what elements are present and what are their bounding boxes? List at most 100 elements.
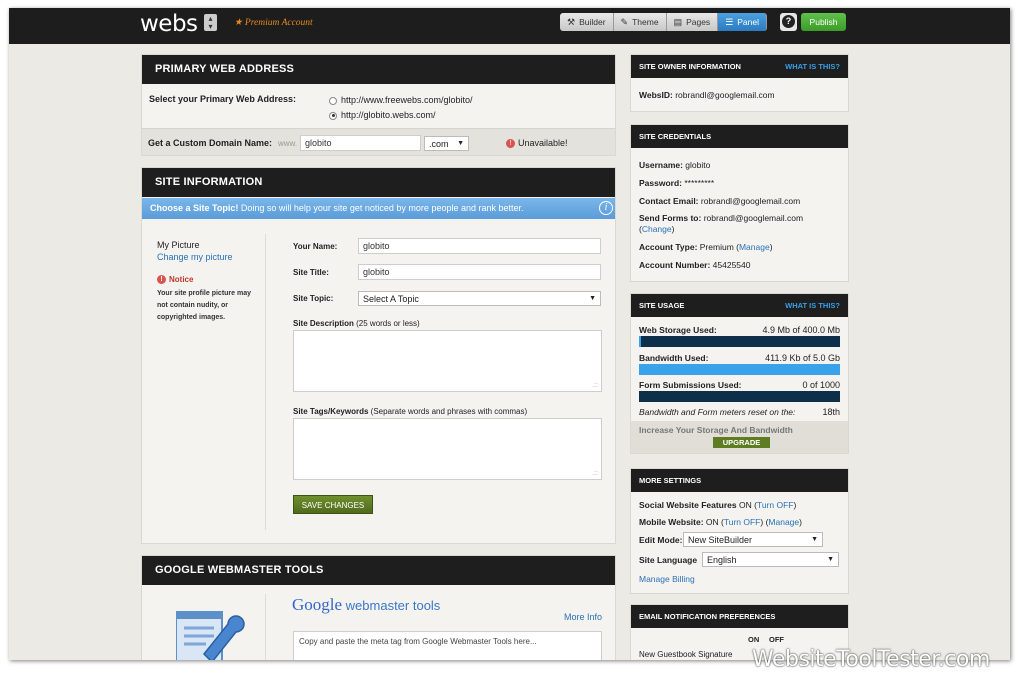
reset-text: Bandwidth and Form meters reset on the: <box>639 407 796 417</box>
notice-title-text: Notice <box>169 275 194 284</box>
password-row: Password: ********* <box>639 178 714 188</box>
your-name-input[interactable]: globito <box>358 238 601 254</box>
radio-icon[interactable] <box>329 96 337 105</box>
account-number-row: Account Number: 45425540 <box>639 260 751 270</box>
contact-email-value: robrandl@googlemail.com <box>698 196 801 206</box>
left-divider <box>265 234 266 530</box>
google-wordmark: Google <box>292 595 343 614</box>
chevron-down-icon: ▼ <box>811 536 818 543</box>
premium-account-label: ★ Premium Account <box>234 18 313 28</box>
site-description-textarea[interactable]: .:: <box>293 330 602 392</box>
site-title-label: Site Title: <box>293 268 329 277</box>
my-picture-label: My Picture <box>157 240 200 250</box>
tab-theme-label: Theme <box>632 17 659 27</box>
send-forms-row: Send Forms to: robrandl@googlemail.com (C… <box>639 213 804 234</box>
upgrade-button[interactable]: UPGRADE <box>713 437 770 448</box>
site-tags-textarea[interactable]: .:: <box>293 418 602 480</box>
site-title-input[interactable]: globito <box>358 264 601 280</box>
site-language-select[interactable]: English ▼ <box>702 552 839 567</box>
turn-off-mobile-link[interactable]: Turn OFF <box>724 517 761 527</box>
select-address-label: Select your Primary Web Address: <box>149 94 297 104</box>
form-submissions-bar <box>639 391 840 402</box>
form-submissions-value: 0 of 1000 <box>802 380 840 390</box>
site-usage-panel: Site Usage What is this? Web Storage Used… <box>630 293 849 454</box>
domain-status: ! Unavailable! <box>506 138 568 149</box>
websid-value: robrandl@googlemail.com <box>672 90 775 100</box>
site-topic-value: Select A Topic <box>363 294 419 304</box>
manage-mobile-link[interactable]: Manage <box>768 517 799 527</box>
change-link[interactable]: Change <box>642 224 672 234</box>
topic-banner[interactable]: Choose a Site Topic! Doing so will help … <box>142 198 615 219</box>
builder-icon: ⚒ <box>567 16 576 27</box>
site-usage-title-text: Site Usage <box>639 301 685 310</box>
bandwidth-label: Bandwidth Used: <box>639 353 709 363</box>
social-features-row: Social Website Features ON (Turn OFF) <box>639 500 797 510</box>
site-usage-title: Site Usage What is this? <box>631 294 848 317</box>
chevron-down-icon: ▼ <box>827 556 834 563</box>
radio-selected-icon[interactable] <box>329 111 337 120</box>
tld-select[interactable]: .com ▼ <box>424 136 469 151</box>
your-name-label: Your Name: <box>293 242 338 251</box>
what-is-this-link[interactable]: What is this? <box>785 294 840 317</box>
site-information-panel: Site Information Choose a Site Topic! Do… <box>141 167 616 544</box>
more-settings-title: More Settings <box>631 469 848 492</box>
tab-panel-label: Panel <box>737 17 760 27</box>
bandwidth-fill <box>639 364 840 375</box>
site-language-label: Site Language <box>639 555 698 565</box>
help-button[interactable]: ? <box>780 13 797 31</box>
site-tags-label: Site Tags/Keywords (Separate words and p… <box>293 407 527 416</box>
google-webmaster-tools-title: Google Webmaster Tools <box>142 556 615 585</box>
topic-banner-bold: Choose a Site Topic! <box>150 203 239 213</box>
tab-builder-label: Builder <box>579 17 606 27</box>
tab-panel[interactable]: ☰ Panel <box>718 13 768 31</box>
mode-tabs: ⚒ Builder ✎ Theme ▤ Pages ☰ Panel <box>560 13 768 31</box>
social-features-label: Social Website Features <box>639 500 737 510</box>
upgrade-area: Increase Your Storage And Bandwidth UPGR… <box>631 421 848 453</box>
tab-builder[interactable]: ⚒ Builder <box>560 13 614 31</box>
www-prefix: www. <box>278 139 298 148</box>
site-owner-panel: Site Owner Information What is this? Webs… <box>630 54 849 112</box>
form-submissions-label: Form Submissions Used: <box>639 380 742 390</box>
more-info-link[interactable]: More Info <box>564 612 602 622</box>
account-type-value: Premium ( <box>697 242 739 252</box>
what-is-this-link[interactable]: What is this? <box>785 55 840 78</box>
pages-icon: ▤ <box>673 16 683 27</box>
password-label: Password: <box>639 178 682 188</box>
email-preferences-title-text: Email Notification Preferences <box>639 612 776 621</box>
webs-logo[interactable]: webs <box>140 11 198 37</box>
manage-account-link[interactable]: Manage <box>739 242 770 252</box>
mobile-website-row: Mobile Website: ON (Turn OFF) (Manage) <box>639 517 802 527</box>
site-language-value: English <box>707 555 737 565</box>
turn-off-social-link[interactable]: Turn OFF <box>757 500 794 510</box>
tab-pages[interactable]: ▤ Pages <box>666 13 719 31</box>
websid-row: WebsID: robrandl@googlemail.com <box>639 90 775 100</box>
bandwidth-value: 411.9 Kb of 5.0 Gb <box>765 353 840 363</box>
guestbook-signature-label: New Guestbook Signature <box>639 650 733 659</box>
account-type-row: Account Type: Premium (Manage) <box>639 242 773 252</box>
meta-tag-input[interactable]: Copy and paste the meta tag from Google … <box>293 631 602 660</box>
left-divider-gwt <box>265 594 266 660</box>
manage-billing-link[interactable]: Manage Billing <box>639 574 695 584</box>
social-features-value: ON ( <box>736 500 757 510</box>
custom-domain-input[interactable]: globito <box>300 135 421 151</box>
publish-button[interactable]: Publish <box>801 13 846 31</box>
address-option-1[interactable]: http://www.freewebs.com/globito/ <box>329 95 473 105</box>
site-switcher-icon[interactable]: ▴ ▾ <box>204 14 217 31</box>
resize-grip-icon[interactable]: .:: <box>592 470 598 477</box>
contact-email-row: Contact Email: robrandl@googlemail.com <box>639 196 800 206</box>
site-topic-select[interactable]: Select A Topic ▼ <box>358 291 601 306</box>
username-value: globito <box>682 160 711 170</box>
change-picture-link[interactable]: Change my picture <box>157 252 233 262</box>
topic-banner-text: Doing so will help your site get noticed… <box>238 203 524 213</box>
save-changes-button[interactable]: SAVE CHANGES <box>293 495 373 514</box>
address-option-1-label: http://www.freewebs.com/globito/ <box>341 95 473 105</box>
account-number-value: 45425540 <box>710 260 751 270</box>
reset-value: 18th <box>822 407 840 417</box>
tab-theme[interactable]: ✎ Theme <box>613 13 667 31</box>
brush-icon: ✎ <box>620 16 629 27</box>
panel-icon: ☰ <box>725 16 734 27</box>
edit-mode-select[interactable]: New SiteBuilder ▼ <box>683 532 823 547</box>
primary-web-address-title: Primary Web Address <box>142 55 615 84</box>
resize-grip-icon[interactable]: .:: <box>592 382 598 389</box>
address-option-2[interactable]: http://globito.webs.com/ <box>329 110 436 120</box>
